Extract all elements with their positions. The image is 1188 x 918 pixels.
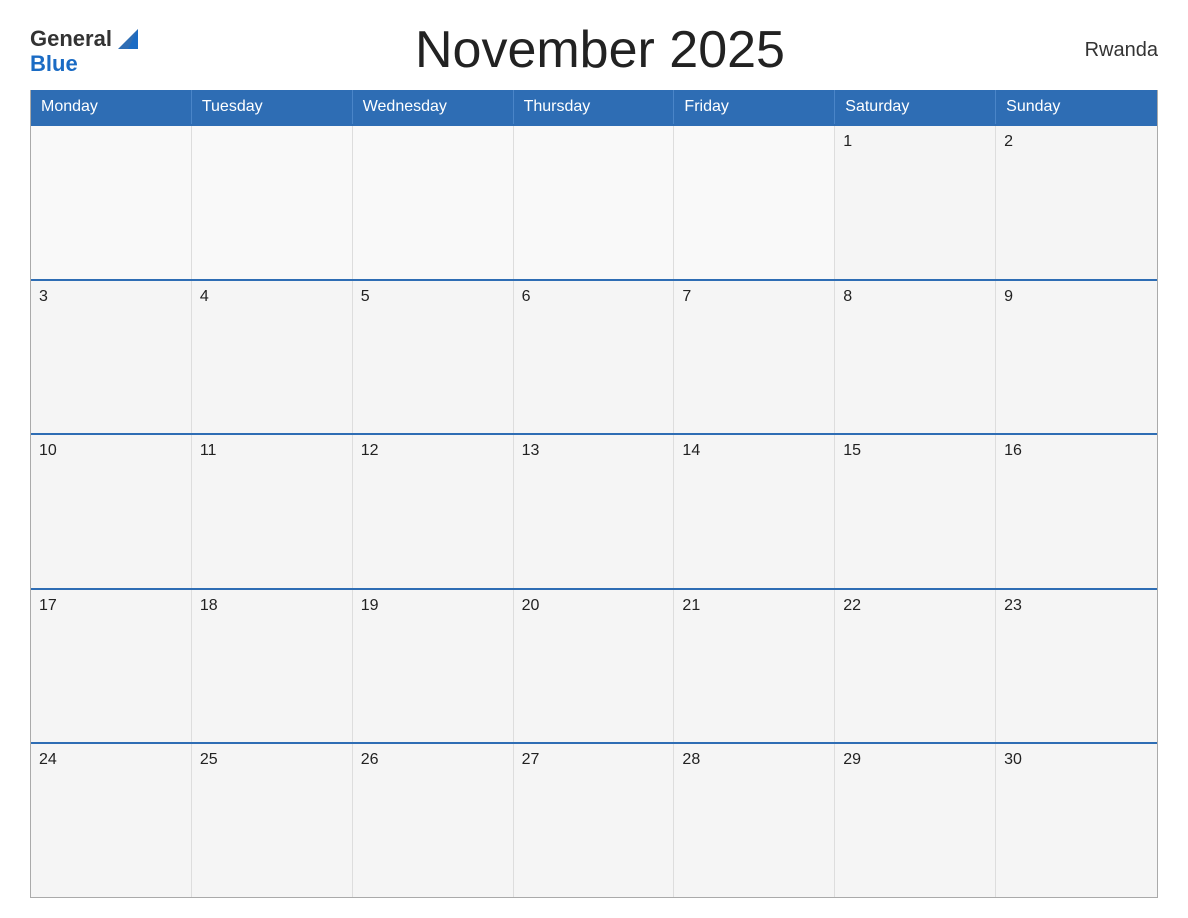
day-number: 24	[39, 750, 183, 769]
day-number: 2	[1004, 132, 1149, 151]
calendar-body: 1234567891011121314151617181920212223242…	[31, 124, 1157, 897]
week-row-3: 10 11 12 13 14 15 16	[31, 433, 1157, 588]
day-cell: 29	[835, 744, 996, 897]
day-number: 15	[843, 441, 987, 460]
day-cell: 10	[31, 435, 192, 588]
calendar: MondayTuesdayWednesdayThursdayFridaySatu…	[30, 90, 1158, 898]
day-cell: 23	[996, 590, 1157, 743]
day-number: 16	[1004, 441, 1149, 460]
day-cell: 13	[514, 435, 675, 588]
day-cell: 9	[996, 281, 1157, 434]
page-title: November 2025	[142, 20, 1058, 80]
day-number: 9	[1004, 287, 1149, 306]
day-cell: 19	[353, 590, 514, 743]
day-number: 28	[682, 750, 826, 769]
day-number: 1	[843, 132, 987, 151]
day-cell: 12	[353, 435, 514, 588]
day-number: 23	[1004, 596, 1149, 615]
day-header-saturday: Saturday	[835, 90, 996, 124]
day-number: 26	[361, 750, 505, 769]
day-cell: 4	[192, 281, 353, 434]
day-cell: 1	[835, 126, 996, 279]
day-number: 14	[682, 441, 826, 460]
day-cell	[514, 126, 675, 279]
day-headers: MondayTuesdayWednesdayThursdayFridaySatu…	[31, 90, 1157, 124]
day-number: 25	[200, 750, 344, 769]
day-number: 6	[522, 287, 666, 306]
day-number: 20	[522, 596, 666, 615]
logo-general-text: General	[30, 28, 112, 50]
day-cell: 17	[31, 590, 192, 743]
header: General Blue November 2025 Rwanda	[30, 20, 1158, 80]
day-cell: 24	[31, 744, 192, 897]
day-cell: 28	[674, 744, 835, 897]
day-cell	[31, 126, 192, 279]
day-number: 17	[39, 596, 183, 615]
day-cell: 16	[996, 435, 1157, 588]
day-cell: 18	[192, 590, 353, 743]
day-cell: 15	[835, 435, 996, 588]
day-number: 18	[200, 596, 344, 615]
day-number: 8	[843, 287, 987, 306]
day-number: 12	[361, 441, 505, 460]
week-row-5: 24 25 26 27 28 29 30	[31, 742, 1157, 897]
day-number: 29	[843, 750, 987, 769]
day-number: 21	[682, 596, 826, 615]
day-number: 3	[39, 287, 183, 306]
week-row-2: 3456789	[31, 279, 1157, 434]
day-number: 22	[843, 596, 987, 615]
logo: General Blue	[30, 25, 142, 75]
day-number: 11	[200, 441, 344, 460]
country-label: Rwanda	[1058, 39, 1158, 62]
day-cell: 14	[674, 435, 835, 588]
day-cell: 3	[31, 281, 192, 434]
day-header-sunday: Sunday	[996, 90, 1157, 124]
day-cell: 25	[192, 744, 353, 897]
week-row-4: 17 18 19 20 21 22 23	[31, 588, 1157, 743]
day-cell: 11	[192, 435, 353, 588]
day-number: 13	[522, 441, 666, 460]
day-cell: 27	[514, 744, 675, 897]
day-number: 4	[200, 287, 344, 306]
logo-blue-text: Blue	[30, 53, 78, 75]
day-cell: 7	[674, 281, 835, 434]
day-number: 5	[361, 287, 505, 306]
day-cell: 2	[996, 126, 1157, 279]
day-cell: 8	[835, 281, 996, 434]
day-cell: 30	[996, 744, 1157, 897]
day-cell	[192, 126, 353, 279]
day-number: 27	[522, 750, 666, 769]
day-cell	[353, 126, 514, 279]
page: General Blue November 2025 Rwanda Monday…	[0, 0, 1188, 918]
day-number: 7	[682, 287, 826, 306]
day-cell: 6	[514, 281, 675, 434]
day-cell: 22	[835, 590, 996, 743]
day-header-monday: Monday	[31, 90, 192, 124]
day-cell	[674, 126, 835, 279]
logo-icon	[114, 25, 142, 53]
day-number: 30	[1004, 750, 1149, 769]
day-cell: 21	[674, 590, 835, 743]
day-header-thursday: Thursday	[514, 90, 675, 124]
day-header-wednesday: Wednesday	[353, 90, 514, 124]
day-cell: 20	[514, 590, 675, 743]
week-row-1: 12	[31, 124, 1157, 279]
day-number: 19	[361, 596, 505, 615]
day-header-friday: Friday	[674, 90, 835, 124]
day-cell: 26	[353, 744, 514, 897]
day-header-tuesday: Tuesday	[192, 90, 353, 124]
day-number: 10	[39, 441, 183, 460]
day-cell: 5	[353, 281, 514, 434]
